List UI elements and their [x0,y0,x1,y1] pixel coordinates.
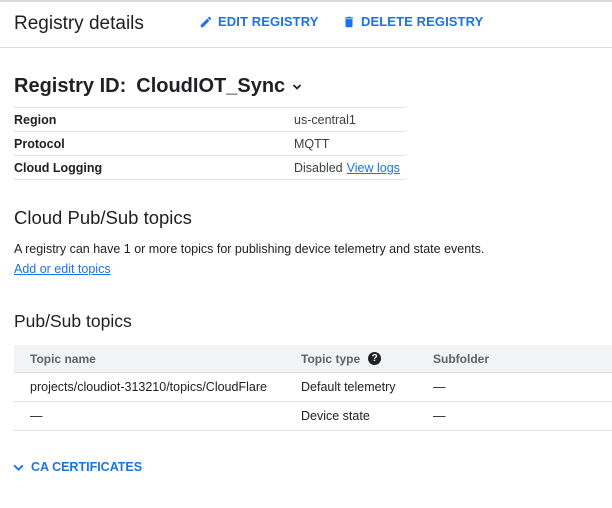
topic-type-header-label: Topic type [301,351,361,366]
property-value: MQTT [294,136,330,151]
add-edit-topics-link[interactable]: Add or edit topics [14,262,111,276]
topic-type-cell: Device state [301,409,370,423]
property-value: Disabled [294,160,343,175]
column-header-topic-name: Topic name [30,351,96,366]
page-title: Registry details [14,13,144,34]
chevron-down-icon [13,464,24,471]
pubsub-section-heading: Cloud Pub/Sub topics [14,207,192,228]
help-icon[interactable]: ? [368,352,382,365]
topics-heading: Pub/Sub topics [14,311,132,331]
registry-properties: Region us-central1 Protocol MQTT Cloud L… [14,107,405,180]
table-row: — Device state — [14,402,612,431]
trash-icon [344,16,354,27]
registry-selector[interactable]: CloudIOT_Sync [136,75,303,98]
pubsub-description: A registry can have 1 or more topics for… [14,242,485,256]
property-value: us-central1 [294,112,356,127]
ca-certificates-label: CA CERTIFICATES [31,460,143,474]
table-row: projects/cloudiot-313210/topics/CloudFla… [14,373,612,402]
subfolder-cell: — [433,409,446,423]
pencil-icon [200,16,212,27]
registry-id-row: Registry ID: CloudIOT_Sync [14,75,303,98]
topic-type-cell: Default telemetry [301,380,396,394]
property-row-region: Region us-central1 [14,108,405,132]
page-header: Registry details EDIT REGISTRY DELETE RE… [0,2,612,48]
property-key: Protocol [14,136,65,151]
property-key: Cloud Logging [14,160,103,175]
property-row-cloud-logging: Cloud Logging Disabled View logs [14,156,405,180]
property-row-protocol: Protocol MQTT [14,132,405,156]
topics-table: Topic name Topic type ? Subfolder projec… [14,345,612,431]
table-header: Topic name Topic type ? Subfolder [14,345,612,373]
registry-id-label: Registry ID: [14,75,127,97]
delete-registry-button[interactable]: DELETE REGISTRY [342,14,483,29]
view-logs-link[interactable]: View logs [347,161,400,175]
chevron-down-icon [293,83,302,90]
property-key: Region [14,112,57,127]
subfolder-cell: — [433,380,446,394]
delete-registry-label: DELETE REGISTRY [361,14,484,29]
topic-name-cell: projects/cloudiot-313210/topics/CloudFla… [30,380,267,394]
ca-certificates-toggle[interactable]: CA CERTIFICATES [12,460,142,474]
edit-registry-button[interactable]: EDIT REGISTRY [199,14,319,29]
registry-id-value: CloudIOT_Sync [136,75,286,97]
column-header-subfolder: Subfolder [433,351,489,366]
edit-registry-label: EDIT REGISTRY [218,14,319,29]
column-header-topic-type: Topic type ? [301,352,433,366]
topic-name-cell: — [30,409,43,423]
